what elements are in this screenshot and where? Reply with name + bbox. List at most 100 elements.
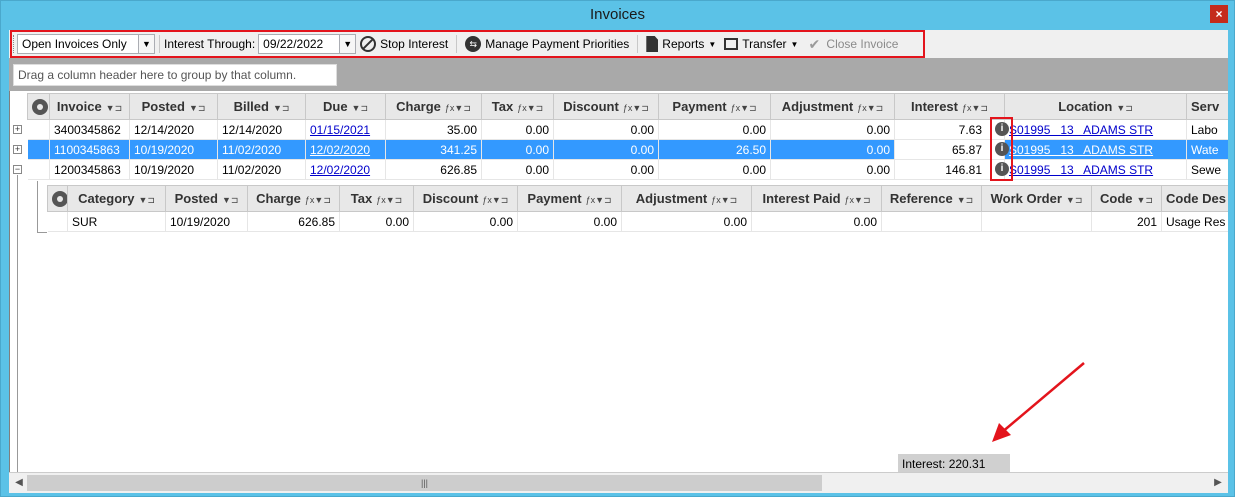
table-row[interactable]: 3400345862 12/14/2020 12/14/2020 01/15/2… <box>27 119 1228 140</box>
sum-filter-pin-icon[interactable]: ƒx▼⊐ <box>376 195 402 205</box>
group-by-hint: Drag a column header here to group by th… <box>13 64 337 86</box>
scrollbar-thumb[interactable]: ||| <box>27 475 822 491</box>
stop-interest-button[interactable]: Stop Interest <box>356 33 452 55</box>
close-window-button[interactable]: × <box>1210 5 1228 23</box>
column-header-billed[interactable]: Billed ▼⊐ <box>217 93 306 120</box>
filter-pin-icon[interactable]: ▼⊐ <box>1137 195 1153 205</box>
due-date-link[interactable]: 12/02/2020 <box>310 143 370 157</box>
sum-filter-pin-icon[interactable]: ƒx▼⊐ <box>845 195 871 205</box>
caret-down-icon: ▼ <box>708 39 717 49</box>
filter-pin-icon[interactable]: ▼⊐ <box>352 103 368 113</box>
filter-pin-icon[interactable]: ▼⊐ <box>957 195 973 205</box>
chevron-down-icon[interactable]: ▼ <box>138 35 154 53</box>
table-row-selected[interactable]: 1100345863 10/19/2020 11/02/2020 12/02/2… <box>27 139 1228 160</box>
interest-through-date-picker[interactable]: 09/22/2022 ▼ <box>258 34 357 54</box>
column-header-discount[interactable]: Discount ƒx▼⊐ <box>553 93 659 120</box>
scroll-left-icon[interactable]: ◀ <box>11 475 27 491</box>
filter-pin-icon[interactable]: ▼⊐ <box>222 195 238 205</box>
column-header-payment[interactable]: Payment ƒx▼⊐ <box>517 185 622 212</box>
row-expand-button[interactable]: + <box>13 125 22 134</box>
column-chooser-button[interactable] <box>47 185 68 212</box>
cell-adjustment: 0.00 <box>770 159 895 180</box>
column-header-posted[interactable]: Posted ▼⊐ <box>129 93 218 120</box>
sum-filter-pin-icon[interactable]: ƒx▼⊐ <box>857 103 883 113</box>
location-link[interactable]: S01995 13 ADAMS STR <box>1009 123 1153 137</box>
cell-category: SUR <box>67 211 166 232</box>
invoice-filter-value: Open Invoices Only <box>22 37 127 51</box>
sum-filter-pin-icon[interactable]: ƒx▼⊐ <box>445 103 471 113</box>
column-header-charge[interactable]: Charge ƒx▼⊐ <box>247 185 340 212</box>
filter-pin-icon[interactable]: ▼⊐ <box>1116 103 1132 113</box>
row-collapse-button[interactable]: − <box>13 165 22 174</box>
horizontal-scrollbar[interactable]: ◀ ||| ▶ <box>9 472 1228 493</box>
manage-payment-priorities-label: Manage Payment Priorities <box>485 37 630 51</box>
cell-service: Sewe <box>1186 159 1228 180</box>
tree-line <box>37 181 38 233</box>
column-header-service[interactable]: Serv <box>1186 93 1228 120</box>
column-header-code-description[interactable]: Code Des <box>1161 185 1228 212</box>
location-link[interactable]: S01995 13 ADAMS STR <box>1009 163 1153 177</box>
document-icon <box>646 36 659 52</box>
title-bar[interactable]: Invoices × <box>1 1 1234 29</box>
filter-pin-icon[interactable]: ▼⊐ <box>1066 195 1082 205</box>
filter-pin-icon[interactable]: ▼⊐ <box>189 103 205 113</box>
detail-table-row[interactable]: SUR 10/19/2020 626.85 0.00 0.00 0.00 0.0… <box>47 211 1228 232</box>
column-header-reference[interactable]: Reference ▼⊐ <box>881 185 982 212</box>
column-header-interest[interactable]: Interest ƒx▼⊐ <box>894 93 1005 120</box>
sum-filter-pin-icon[interactable]: ƒx▼⊐ <box>482 195 508 205</box>
due-date-link[interactable]: 12/02/2020 <box>310 163 370 177</box>
filter-pin-icon[interactable]: ▼⊐ <box>106 103 122 113</box>
column-header-location[interactable]: Location ▼⊐ <box>1004 93 1187 120</box>
cell-invoice: 1100345863 <box>49 139 130 160</box>
column-header-interest-paid[interactable]: Interest Paid ƒx▼⊐ <box>751 185 882 212</box>
sum-filter-pin-icon[interactable]: ƒx▼⊐ <box>731 103 757 113</box>
column-chooser-button[interactable] <box>27 93 50 120</box>
transfer-dropdown-button[interactable]: Transfer ▼ <box>720 33 802 55</box>
column-header-adjustment[interactable]: Adjustment ƒx▼⊐ <box>621 185 752 212</box>
interest-total-summary: Interest: 220.31 <box>898 454 1010 474</box>
sum-filter-pin-icon[interactable]: ƒx▼⊐ <box>962 103 988 113</box>
cell-location: S01995 13 ADAMS STR <box>1004 159 1187 180</box>
cell-charge: 626.85 <box>247 211 340 232</box>
table-row[interactable]: 1200345863 10/19/2020 11/02/2020 12/02/2… <box>27 159 1228 180</box>
invoice-filter-select[interactable]: Open Invoices Only ▼ <box>17 34 155 54</box>
column-header-code[interactable]: Code ▼⊐ <box>1091 185 1162 212</box>
cell-posted: 12/14/2020 <box>129 119 218 140</box>
detail-grid-header: Category ▼⊐ Posted ▼⊐ Charge ƒx▼⊐ Tax ƒx▼⊐ D… <box>47 185 1228 212</box>
manage-payment-priorities-button[interactable]: ⇆ Manage Payment Priorities <box>461 33 633 55</box>
sum-filter-pin-icon[interactable]: ƒx▼⊐ <box>305 195 331 205</box>
column-header-due[interactable]: Due ▼⊐ <box>305 93 386 120</box>
cell-invoice: 1200345863 <box>49 159 130 180</box>
location-link[interactable]: S01995 13 ADAMS STR <box>1009 143 1153 157</box>
column-header-payment[interactable]: Payment ƒx▼⊐ <box>658 93 771 120</box>
column-header-work-order[interactable]: Work Order ▼⊐ <box>981 185 1092 212</box>
column-header-adjustment[interactable]: Adjustment ƒx▼⊐ <box>770 93 895 120</box>
row-expand-button[interactable]: + <box>13 145 22 154</box>
cell-reference <box>881 211 982 232</box>
column-header-tax[interactable]: Tax ƒx▼⊐ <box>339 185 414 212</box>
invoice-detail-grid: Category ▼⊐ Posted ▼⊐ Charge ƒx▼⊐ Tax ƒx▼⊐ D… <box>47 185 1228 232</box>
cell-code-description: Usage Res <box>1161 211 1228 232</box>
reports-label: Reports <box>662 37 705 51</box>
toolbar: Open Invoices Only ▼ Interest Through: 0… <box>9 30 1228 58</box>
group-by-panel[interactable]: Drag a column header here to group by th… <box>9 58 1228 91</box>
due-date-link[interactable]: 01/15/2021 <box>310 123 370 137</box>
close-invoice-button[interactable]: ✔ Close Invoice <box>802 33 902 55</box>
column-header-tax[interactable]: Tax ƒx▼⊐ <box>481 93 554 120</box>
chevron-down-icon[interactable]: ▼ <box>339 35 356 53</box>
column-header-discount[interactable]: Discount ƒx▼⊐ <box>413 185 518 212</box>
sum-filter-pin-icon[interactable]: ƒx▼⊐ <box>711 195 737 205</box>
reports-dropdown-button[interactable]: Reports ▼ <box>642 33 720 55</box>
invoice-grid-area: Invoice ▼⊐ Posted ▼⊐ Billed ▼⊐ Due ▼⊐ Charge… <box>9 91 1228 475</box>
column-header-posted[interactable]: Posted ▼⊐ <box>165 185 248 212</box>
cell-payment: 26.50 <box>658 139 771 160</box>
filter-pin-icon[interactable]: ▼⊐ <box>273 103 289 113</box>
column-header-invoice[interactable]: Invoice ▼⊐ <box>49 93 130 120</box>
sum-filter-pin-icon[interactable]: ƒx▼⊐ <box>623 103 649 113</box>
sum-filter-pin-icon[interactable]: ƒx▼⊐ <box>517 103 543 113</box>
column-header-category[interactable]: Category ▼⊐ <box>67 185 166 212</box>
filter-pin-icon[interactable]: ▼⊐ <box>138 195 154 205</box>
scroll-right-icon[interactable]: ▶ <box>1210 475 1226 491</box>
column-header-charge[interactable]: Charge ƒx▼⊐ <box>385 93 482 120</box>
sum-filter-pin-icon[interactable]: ƒx▼⊐ <box>586 195 612 205</box>
